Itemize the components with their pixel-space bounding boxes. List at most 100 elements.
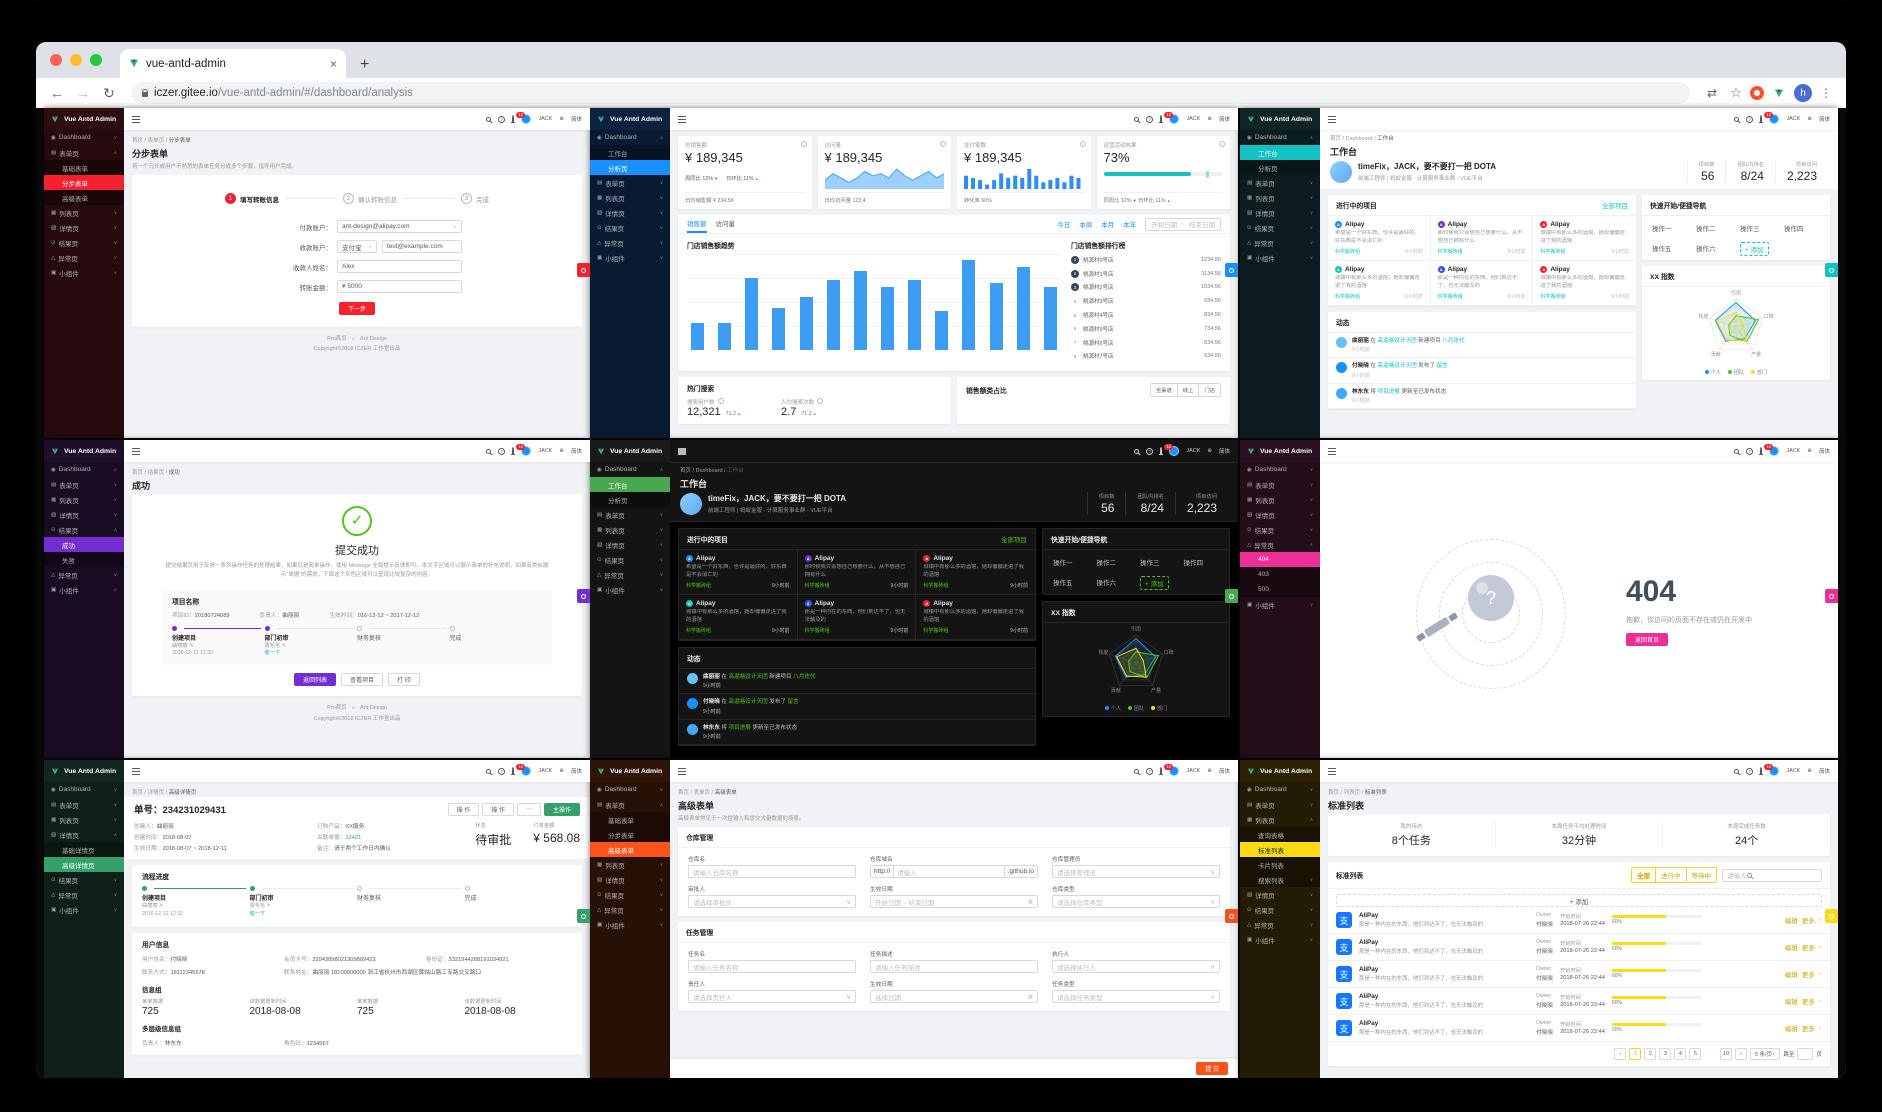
sidebar-item[interactable]: ▤ 表单页 ∨: [590, 507, 670, 522]
footer-link-antd[interactable]: Ant Design: [360, 705, 387, 711]
sidebar-item[interactable]: 分析页: [590, 160, 670, 175]
quick-op-link[interactable]: 操作四: [1180, 554, 1224, 570]
page-button[interactable]: 1: [1629, 1048, 1642, 1060]
channel-radio[interactable]: 全渠道: [1149, 383, 1178, 398]
sidebar-item[interactable]: 分析页: [590, 492, 670, 507]
sidebar-item[interactable]: ▦ 列表页 ∧: [1240, 812, 1320, 827]
feed-user[interactable]: 曲丽丽: [1352, 338, 1369, 344]
bookmark-star-icon[interactable]: ☆: [1726, 85, 1746, 101]
sidebar-item[interactable]: 工作台: [1240, 145, 1320, 160]
text-input[interactable]: 请输入任务描述: [870, 960, 1038, 973]
sidebar-item[interactable]: ◉ Dashboard ∨: [1240, 782, 1320, 797]
item-name[interactable]: AliPay: [1359, 1020, 1529, 1027]
edit-link[interactable]: 编辑: [1785, 942, 1798, 952]
user-name[interactable]: JACK: [1786, 768, 1800, 774]
sidebar-item[interactable]: ▧ 详情页 ∨: [44, 507, 124, 522]
project-group-link[interactable]: 科学搬砖组: [1335, 248, 1360, 255]
add-item-button[interactable]: + 添加: [1336, 894, 1822, 907]
text-input[interactable]: 请输入仓库名称: [688, 865, 856, 878]
feed-segment[interactable]: 项目进展: [1378, 389, 1400, 395]
help-icon[interactable]: ?: [498, 767, 506, 775]
theme-settings-button[interactable]: [577, 263, 590, 278]
project-cell[interactable]: A Alipay 希望是一个好东西，也许是最好的，好东西是不会消亡的 科学搬砖组 9小时…: [679, 550, 798, 595]
select-input[interactable]: 请选择管理员 ∨: [1052, 865, 1220, 878]
user-name[interactable]: JACK: [1186, 116, 1200, 122]
sidebar-item[interactable]: 基础表单: [590, 812, 670, 827]
breadcrumb-item[interactable]: 首页: [132, 470, 143, 476]
text-input[interactable]: test@example.com: [382, 240, 462, 253]
sidebar-item[interactable]: 分步表单: [590, 827, 670, 842]
breadcrumb-item[interactable]: 成功: [169, 470, 180, 476]
sidebar-item[interactable]: 分析页: [1240, 160, 1320, 175]
help-icon[interactable]: ?: [1146, 767, 1154, 775]
theme-settings-button[interactable]: [1825, 263, 1838, 278]
help-icon[interactable]: ?: [1746, 767, 1754, 775]
sidebar-item[interactable]: ▦ 列表页 ∨: [590, 522, 670, 537]
notification-bell[interactable]: 12: [512, 112, 525, 122]
notification-bell[interactable]: 12: [512, 444, 525, 454]
breadcrumb-item[interactable]: 首页: [680, 468, 691, 474]
filter-2[interactable]: 等待中: [1686, 867, 1717, 883]
footer-link-pro[interactable]: Pro首页: [327, 705, 347, 711]
owner-name[interactable]: 付晓晓: [1536, 1000, 1553, 1009]
extension-icon[interactable]: [1750, 86, 1764, 100]
sidebar-item[interactable]: 卡片列表: [1240, 857, 1320, 872]
breadcrumb-item[interactable]: 首页: [678, 790, 689, 796]
quick-op-link[interactable]: 操作三: [1736, 220, 1780, 236]
sidebar-item[interactable]: 基础表单: [44, 160, 124, 175]
theme-settings-button[interactable]: [1225, 263, 1238, 278]
sidebar-item[interactable]: ▤ 表单页 ∨: [590, 175, 670, 190]
more-actions-button[interactable]: ···: [516, 802, 541, 816]
sidebar-item[interactable]: ▣ 小组件 ∨: [590, 582, 670, 597]
item-name[interactable]: AliPay: [1359, 939, 1529, 946]
step-link[interactable]: 催一下: [265, 650, 281, 656]
filter-0[interactable]: 全部: [1631, 867, 1656, 883]
menu-icon[interactable]: [678, 447, 686, 455]
prefix-select[interactable]: 支付宝 ∨: [337, 240, 377, 253]
sidebar-item[interactable]: ⊙ 结果页 ∨: [590, 887, 670, 902]
filter-1[interactable]: 进行中: [1656, 867, 1687, 883]
project-group-link[interactable]: 科学搬砖组: [1540, 248, 1565, 255]
feed-user[interactable]: 付晓晓: [1352, 363, 1369, 369]
notification-bell[interactable]: 12: [1160, 112, 1173, 122]
action-button[interactable]: 操 作: [482, 802, 514, 816]
feed-segment[interactable]: 留言: [1437, 363, 1448, 369]
reload-button[interactable]: ↻: [98, 85, 120, 102]
language-switch[interactable]: 简体: [571, 447, 582, 455]
project-cell[interactable]: A Alipay 城镇中有那么多的酒馆，她却偏偏走进了我的酒馆 科学搬砖组 9小时前: [1533, 216, 1636, 261]
language-switch[interactable]: 简体: [571, 115, 582, 123]
feed-user[interactable]: 曲丽丽: [703, 674, 720, 680]
sidebar-item[interactable]: ▣ 小组件 ∨: [44, 582, 124, 597]
new-tab-button[interactable]: +: [346, 56, 383, 74]
notification-bell[interactable]: 12: [1160, 764, 1173, 774]
date-input[interactable]: 选择日期 ▦: [870, 990, 1038, 1003]
feed-segment[interactable]: 八月迭代: [1442, 338, 1464, 344]
help-icon[interactable]: ?: [1746, 115, 1754, 123]
sidebar-item[interactable]: ▤ 表单页 ∨: [1240, 175, 1320, 190]
sidebar-item[interactable]: ◉ Dashboard ∨: [44, 130, 124, 145]
user-name[interactable]: JACK: [1786, 448, 1800, 454]
sidebar-item[interactable]: ▦ 列表页 ∨: [44, 205, 124, 220]
quick-op-link[interactable]: 操作一: [1648, 220, 1692, 236]
quick-op-link[interactable]: 操作五: [1648, 240, 1692, 256]
edit-link[interactable]: 编辑: [1785, 915, 1798, 925]
project-cell[interactable]: A Alipay 城镇中有那么多的酒馆，她却偏偏走进了我的酒馆 科学搬砖组 9小时前: [1328, 261, 1431, 306]
feed-segment[interactable]: 高逼格设计天团: [729, 699, 768, 705]
help-icon[interactable]: ?: [498, 447, 506, 455]
sidebar-item[interactable]: ◉ Dashboard ∨: [590, 782, 670, 797]
app-logo[interactable]: Vue Antd Admin: [1240, 108, 1320, 130]
meta-value[interactable]: 12421: [345, 835, 361, 841]
breadcrumb-item[interactable]: 结果页: [148, 470, 165, 476]
submit-button[interactable]: 提 交: [1196, 1062, 1228, 1075]
sidebar-item[interactable]: ◉ Dashboard ∨: [44, 782, 124, 797]
text-input[interactable]: Alex: [337, 260, 462, 273]
more-link[interactable]: 更多: [1802, 942, 1815, 952]
info-icon[interactable]: i: [1219, 141, 1225, 147]
breadcrumb-item[interactable]: 工作台: [727, 468, 744, 474]
sidebar-item[interactable]: △ 异常页 ∧: [1240, 537, 1320, 552]
user-name[interactable]: JACK: [1786, 116, 1800, 122]
text-input[interactable]: http://请输入 .github.io: [870, 865, 1038, 878]
sidebar-item[interactable]: ▦ 列表页 ∨: [1240, 190, 1320, 205]
breadcrumb-item[interactable]: 标准列表: [1365, 790, 1387, 796]
quick-op-link[interactable]: 操作三: [1136, 554, 1180, 570]
